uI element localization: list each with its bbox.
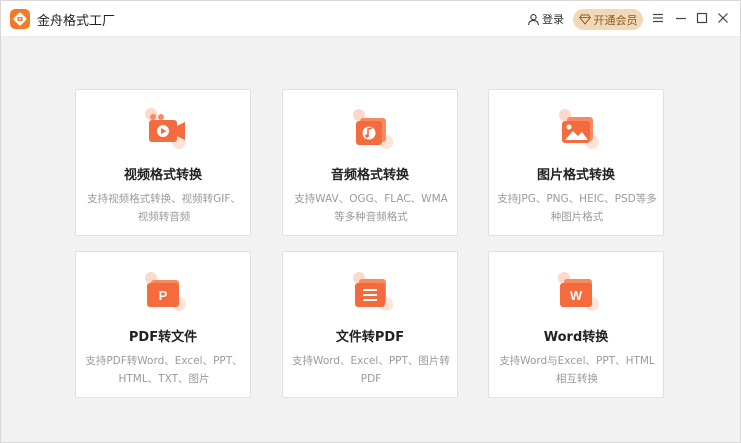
video-icon [145, 108, 186, 149]
user-icon [527, 13, 540, 25]
video-convert-card[interactable]: 视频格式转换 支持视频格式转换、视频转GIF、视频转音频 [75, 89, 251, 236]
image-convert-card[interactable]: 图片格式转换 支持JPG、PNG、HEIC、PSD等多种图片格式 [488, 89, 664, 236]
minimize-icon[interactable] [674, 11, 688, 25]
card-description: 支持WAV、OGG、FLAC、WMA等多种音频格式 [294, 193, 448, 223]
app-title: 金舟格式工厂 [37, 14, 116, 29]
app-logo-icon [10, 9, 30, 29]
image-icon [559, 109, 599, 149]
svg-text:P: P [159, 288, 168, 303]
close-icon[interactable] [716, 11, 730, 25]
vip-label: 开通会员 [593, 13, 638, 27]
card-title: Word转换 [543, 330, 609, 345]
card-title: 图片格式转换 [536, 168, 615, 183]
maximize-icon[interactable] [695, 11, 709, 25]
card-description: 支持Word、Excel、PPT、图片转PDF [292, 355, 450, 385]
card-title: 视频格式转换 [123, 168, 202, 183]
file-to-pdf-icon [353, 272, 393, 311]
card-title: 音频格式转换 [330, 168, 409, 183]
audio-icon [353, 109, 393, 149]
card-description: 支持Word与Excel、PPT、HTML相互转换 [499, 355, 655, 385]
card-title: 文件转PDF [335, 330, 405, 345]
pdf-icon: P [145, 272, 186, 311]
card-description: 支持PDF转Word、Excel、PPT、HTML、TXT、图片 [85, 355, 243, 385]
svg-text:W: W [570, 288, 583, 303]
audio-convert-card[interactable]: 音频格式转换 支持WAV、OGG、FLAC、WMA等多种音频格式 [282, 89, 458, 236]
vip-button[interactable]: 开通会员 [573, 9, 643, 30]
word-icon: W [558, 272, 599, 311]
file-to-pdf-card[interactable]: 文件转PDF 支持Word、Excel、PPT、图片转PDF [282, 251, 458, 398]
card-description: 支持视频格式转换、视频转GIF、视频转音频 [87, 193, 241, 223]
app-window: 金舟格式工厂 登录 开通会员 视频格式转换 支持视频格式转换、视频转GIF、视频… [0, 0, 741, 443]
diamond-icon [578, 14, 591, 25]
pdf-to-file-card[interactable]: P PDF转文件 支持PDF转Word、Excel、PPT、HTML、TXT、图… [75, 251, 251, 398]
title-bar: 金舟格式工厂 登录 开通会员 [1, 1, 740, 37]
login-button[interactable]: 登录 [527, 10, 564, 28]
card-description: 支持JPG、PNG、HEIC、PSD等多种图片格式 [497, 193, 657, 223]
word-convert-card[interactable]: W Word转换 支持Word与Excel、PPT、HTML相互转换 [488, 251, 664, 398]
card-title: PDF转文件 [128, 330, 198, 345]
login-label: 登录 [542, 13, 564, 26]
menu-icon[interactable] [651, 11, 665, 25]
